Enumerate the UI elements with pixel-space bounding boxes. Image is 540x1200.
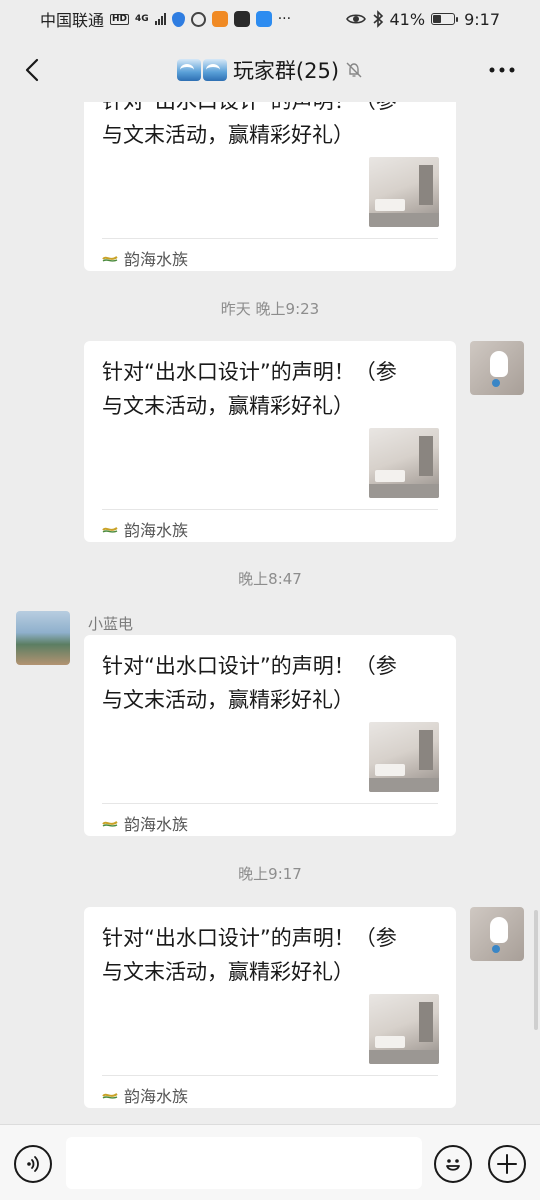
more-button[interactable]	[484, 52, 520, 88]
more-icon	[489, 67, 515, 73]
card-thumbnail	[369, 157, 439, 227]
card-source-name: 韵海水族	[124, 815, 189, 834]
card-source: 韵海水族	[102, 246, 188, 270]
link-card-message[interactable]: 针对“出水口设计”的声明！（参 与文末活动，赢精彩好礼） 韵海水族	[84, 907, 456, 1108]
timestamp-label: 晚上9:17	[238, 865, 302, 883]
card-thumbnail	[369, 994, 439, 1064]
card-source: 韵海水族	[102, 1083, 188, 1107]
eye-icon	[345, 14, 366, 24]
card-title: 针对“出水口设计”的声明！（参 与文末活动，赢精彩好礼）	[102, 907, 438, 989]
card-title-line-2: 与文末活动，赢精彩好礼）	[102, 123, 354, 147]
card-thumbnail	[369, 722, 439, 792]
scrollbar[interactable]	[534, 910, 538, 1030]
sender-name: 小蓝电	[88, 615, 134, 633]
timestamp-label: 昨天 晚上9:23	[220, 300, 320, 318]
card-title-line-2: 与文末活动，赢精彩好礼）	[102, 960, 354, 984]
mute-icon	[346, 62, 362, 78]
card-divider	[102, 238, 438, 239]
voice-icon	[27, 1156, 39, 1172]
sender-avatar[interactable]	[16, 611, 70, 665]
message-list[interactable]: 针对“出水口设计”的声明！（参 与文末活动，赢精彩好礼） 韵海水族 昨天 晚上9…	[0, 102, 540, 1124]
card-title: 针对“出水口设计”的声明！（参 与文末活动，赢精彩好礼）	[102, 102, 438, 152]
plus-icon	[497, 1154, 517, 1174]
card-source: 韵海水族	[102, 811, 188, 835]
chat-title-group: 玩家群(25)	[176, 55, 363, 85]
link-card-message[interactable]: 针对“出水口设计”的声明！（参 与文末活动，赢精彩好礼） 韵海水族	[84, 341, 456, 542]
more-functions-button[interactable]	[488, 1145, 526, 1183]
clock-time: 9:17	[464, 9, 500, 29]
back-icon	[25, 58, 39, 82]
chat-title: 玩家群(25)	[232, 59, 340, 83]
my-avatar[interactable]	[470, 341, 524, 395]
card-title-line-2: 与文末活动，赢精彩好礼）	[102, 394, 354, 418]
card-divider	[102, 803, 438, 804]
wave-emoji-icon	[176, 59, 227, 81]
emoji-button[interactable]	[434, 1145, 472, 1183]
card-divider	[102, 509, 438, 510]
chat-header: 玩家群(25)	[0, 38, 540, 102]
card-title-line-1: 针对“出水口设计”的声明！（参	[102, 654, 397, 678]
status-right: 41% 9:17	[345, 9, 500, 29]
signal-icon	[154, 13, 166, 25]
voice-button[interactable]	[14, 1145, 52, 1183]
shield-icon	[171, 11, 185, 27]
battery-icon	[431, 13, 459, 25]
hd-icon: HD	[110, 13, 130, 25]
card-source: 韵海水族	[102, 517, 188, 541]
play-icon	[211, 11, 228, 27]
network-type-label: 4G	[135, 13, 149, 24]
status-left: 中国联通 HD 4G ···	[40, 7, 291, 31]
circle-icon	[190, 11, 206, 27]
back-button[interactable]	[14, 52, 50, 88]
timestamp-label: 晚上8:47	[238, 570, 302, 588]
source-logo-icon	[102, 256, 118, 262]
link-card-message[interactable]: 针对“出水口设计”的声明！（参 与文末活动，赢精彩好礼） 韵海水族	[84, 635, 456, 836]
card-title-line-2: 与文末活动，赢精彩好礼）	[102, 688, 354, 712]
battery-percent: 41%	[389, 9, 426, 29]
mail-icon	[233, 11, 250, 27]
card-source-name: 韵海水族	[124, 250, 189, 269]
input-bar	[0, 1124, 540, 1200]
card-source-name: 韵海水族	[124, 521, 189, 540]
overflow-indicator: ···	[277, 11, 292, 27]
card-title-line-1: 针对“出水口设计”的声明！（参	[102, 360, 397, 384]
emoji-icon	[446, 1159, 460, 1171]
message-input[interactable]	[66, 1137, 422, 1189]
link-card-message[interactable]: 针对“出水口设计”的声明！（参 与文末活动，赢精彩好礼） 韵海水族	[84, 102, 456, 271]
card-title: 针对“出水口设计”的声明！（参 与文末活动，赢精彩好礼）	[102, 635, 438, 717]
source-logo-icon	[102, 1093, 118, 1099]
cloud-icon	[255, 11, 272, 27]
battery-fill	[433, 15, 442, 23]
status-bar: 中国联通 HD 4G ··· 41% 9:17	[0, 0, 540, 38]
card-source-name: 韵海水族	[124, 1087, 189, 1106]
card-title-line-1: 针对“出水口设计”的声明！（参	[102, 926, 397, 950]
card-title: 针对“出水口设计”的声明！（参 与文末活动，赢精彩好礼）	[102, 341, 438, 423]
carrier-label: 中国联通	[40, 11, 105, 30]
card-title-line-1: 针对“出水口设计”的声明！（参	[102, 102, 438, 118]
source-logo-icon	[102, 527, 118, 533]
my-avatar[interactable]	[470, 907, 524, 961]
bluetooth-icon	[372, 10, 383, 28]
card-thumbnail	[369, 428, 439, 498]
source-logo-icon	[102, 821, 118, 827]
card-divider	[102, 1075, 438, 1076]
